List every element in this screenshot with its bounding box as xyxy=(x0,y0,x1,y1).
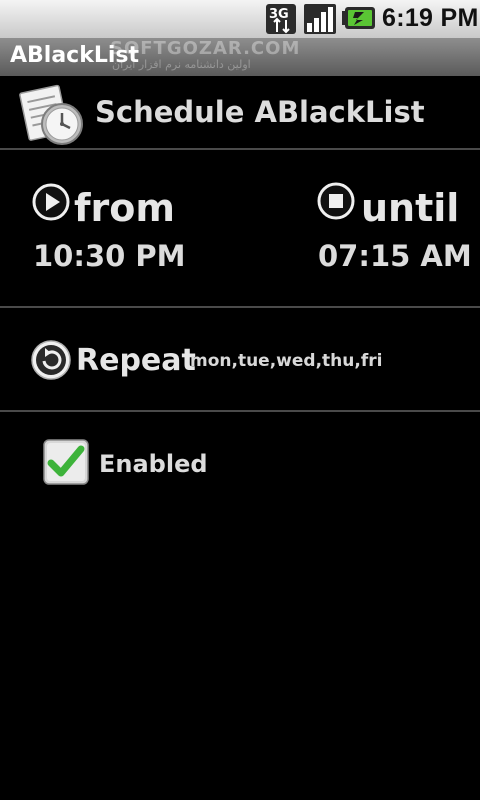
divider xyxy=(0,148,480,150)
battery-charging-icon xyxy=(342,7,375,29)
status-bar: 3G 6:19 PM xyxy=(0,0,480,38)
from-time-value: 10:30 PM xyxy=(33,239,186,273)
stop-icon xyxy=(317,182,355,220)
until-label: until xyxy=(361,186,460,230)
until-time-value: 07:15 AM xyxy=(318,239,472,273)
status-time: 6:19 PM xyxy=(382,4,479,32)
from-label: from xyxy=(74,186,175,230)
repeat-days-value: mon,tue,wed,thu,fri xyxy=(190,351,383,371)
signal-strength-icon xyxy=(304,4,336,34)
divider xyxy=(0,410,480,412)
watermark: SOFTGOZAR.COM xyxy=(110,38,301,59)
divider xyxy=(0,306,480,308)
app-title-bar: ABlackList SOFTGOZAR.COM اولین دانشنامه … xyxy=(0,38,480,76)
play-icon xyxy=(32,183,70,221)
schedule-clock-icon xyxy=(19,84,83,145)
enabled-label: Enabled xyxy=(99,450,208,478)
3g-data-icon: 3G xyxy=(266,4,296,34)
schedule-header: Schedule ABlackList xyxy=(0,76,480,148)
page-title: Schedule ABlackList xyxy=(95,95,425,129)
repeat-icon xyxy=(31,340,71,380)
watermark-subtitle: اولین دانشنامه نرم افزار ایران xyxy=(112,58,251,71)
enabled-checkbox[interactable] xyxy=(43,439,89,485)
repeat-label: Repeat xyxy=(76,343,196,378)
